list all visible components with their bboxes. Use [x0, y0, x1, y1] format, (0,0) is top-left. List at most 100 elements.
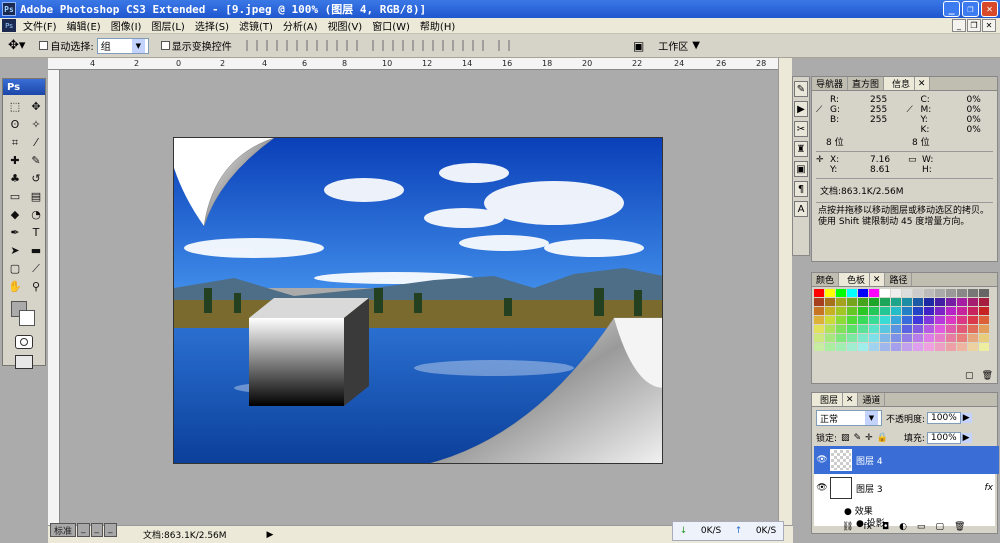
color-swatch[interactable]: [869, 334, 879, 342]
color-swatch[interactable]: [935, 343, 945, 351]
menu-view[interactable]: 视图(V): [323, 18, 368, 33]
new-group-icon[interactable]: ▭: [917, 522, 926, 532]
color-swatch[interactable]: [880, 298, 890, 306]
color-swatch[interactable]: [913, 289, 923, 297]
taskbar-slot[interactable]: _: [104, 523, 117, 537]
color-swatch[interactable]: [869, 289, 879, 297]
align-hcenter-icon[interactable]: [325, 40, 338, 51]
color-swatch[interactable]: [858, 334, 868, 342]
layer-mask-icon[interactable]: ◘: [882, 522, 889, 532]
color-swatch[interactable]: [924, 334, 934, 342]
color-swatch[interactable]: [891, 316, 901, 324]
color-swatch[interactable]: [968, 316, 978, 324]
menu-filter[interactable]: 滤镜(T): [234, 18, 278, 33]
path-select-icon[interactable]: ➤: [6, 242, 24, 259]
color-swatch[interactable]: [858, 289, 868, 297]
color-swatch[interactable]: [957, 325, 967, 333]
color-swatch[interactable]: [946, 298, 956, 306]
vertical-scrollbar[interactable]: [778, 58, 792, 525]
color-swatch[interactable]: [836, 307, 846, 315]
color-swatch[interactable]: [946, 325, 956, 333]
color-swatch[interactable]: [836, 289, 846, 297]
color-swatch[interactable]: [946, 316, 956, 324]
color-swatch[interactable]: [891, 325, 901, 333]
color-swatch[interactable]: [979, 316, 989, 324]
hand-icon[interactable]: ✋: [6, 278, 24, 295]
color-swatch[interactable]: [814, 343, 824, 351]
menu-layer[interactable]: 图层(L): [146, 18, 189, 33]
color-swatch[interactable]: [814, 289, 824, 297]
menu-image[interactable]: 图像(I): [106, 18, 147, 33]
color-swatch[interactable]: [847, 307, 857, 315]
blur-icon[interactable]: ◆: [6, 206, 24, 223]
color-swatch[interactable]: [858, 298, 868, 306]
color-swatch[interactable]: [825, 343, 835, 351]
layer-name[interactable]: 图层 4: [856, 454, 883, 467]
color-swatch[interactable]: [935, 307, 945, 315]
color-swatch[interactable]: [957, 343, 967, 351]
color-swatch[interactable]: [825, 289, 835, 297]
color-swatch[interactable]: [825, 316, 835, 324]
layer-comps-icon[interactable]: ▣: [794, 161, 808, 177]
zoom-icon[interactable]: ⚲: [27, 278, 45, 295]
color-swatch[interactable]: [902, 343, 912, 351]
tab-paths[interactable]: 路径: [885, 273, 913, 286]
color-swatch[interactable]: [946, 334, 956, 342]
lock-position-icon[interactable]: ✛: [865, 433, 873, 443]
color-swatch[interactable]: [869, 325, 879, 333]
blend-mode-dropdown[interactable]: 正常 ▼: [816, 410, 882, 426]
layer-name[interactable]: 图层 3: [856, 482, 883, 495]
brush-panel-icon[interactable]: ✎: [794, 81, 808, 97]
type-icon[interactable]: T: [27, 224, 45, 241]
swatch-grid[interactable]: [812, 287, 997, 353]
menu-window[interactable]: 窗口(W): [367, 18, 415, 33]
color-swatch[interactable]: [924, 316, 934, 324]
fill-input[interactable]: 100%: [926, 431, 961, 444]
mode-label[interactable]: 标准: [50, 523, 77, 537]
menu-help[interactable]: 帮助(H): [415, 18, 460, 33]
color-swatch[interactable]: [869, 316, 879, 324]
color-swatch[interactable]: [814, 307, 824, 315]
color-swatch[interactable]: [847, 325, 857, 333]
color-swatch[interactable]: [913, 343, 923, 351]
color-swatch[interactable]: [946, 289, 956, 297]
status-menu-arrow[interactable]: ▶: [267, 530, 274, 540]
distribute-hcenter-icon[interactable]: [451, 40, 464, 51]
color-swatch[interactable]: [825, 298, 835, 306]
color-swatch[interactable]: [880, 316, 890, 324]
color-swatch[interactable]: [957, 289, 967, 297]
color-swatch[interactable]: [913, 316, 923, 324]
color-swatch[interactable]: [902, 316, 912, 324]
trash-icon[interactable]: 🗑: [954, 522, 965, 532]
opacity-input[interactable]: 100%: [927, 412, 961, 424]
dodge-icon[interactable]: ◔: [27, 206, 45, 223]
move-icon[interactable]: ✥: [27, 98, 45, 115]
color-swatch[interactable]: [979, 334, 989, 342]
align-bottom-icon[interactable]: [285, 40, 298, 51]
color-swatch[interactable]: [880, 307, 890, 315]
lock-transparent-icon[interactable]: ▨: [841, 433, 850, 443]
color-swatch[interactable]: [869, 307, 879, 315]
color-swatch[interactable]: [858, 307, 868, 315]
color-swatch[interactable]: [979, 343, 989, 351]
color-swatch[interactable]: [968, 325, 978, 333]
history-panel-icon[interactable]: ♜: [794, 141, 808, 157]
color-swatch[interactable]: [924, 307, 934, 315]
screen-mode-icon[interactable]: [3, 355, 45, 369]
adjustment-layer-icon[interactable]: ◐: [899, 522, 907, 532]
lock-image-icon[interactable]: ✎: [854, 433, 862, 443]
color-swatch[interactable]: [979, 298, 989, 306]
history-brush-icon[interactable]: ↺: [27, 170, 45, 187]
opacity-slider-arrow[interactable]: ▶: [960, 413, 972, 423]
fx-icon[interactable]: fx: [985, 483, 994, 493]
tab-histogram[interactable]: 直方图: [848, 77, 885, 90]
tab-channels[interactable]: 通道: [858, 393, 886, 406]
color-swatch[interactable]: [836, 334, 846, 342]
document-canvas[interactable]: [173, 137, 663, 464]
background-color-swatch[interactable]: [19, 310, 35, 326]
color-swatch[interactable]: [825, 325, 835, 333]
color-swatch[interactable]: [935, 289, 945, 297]
document-icon[interactable]: Ps: [2, 19, 16, 32]
auto-select-checkbox[interactable]: [39, 41, 49, 50]
gradient-icon[interactable]: ▤: [27, 188, 45, 205]
